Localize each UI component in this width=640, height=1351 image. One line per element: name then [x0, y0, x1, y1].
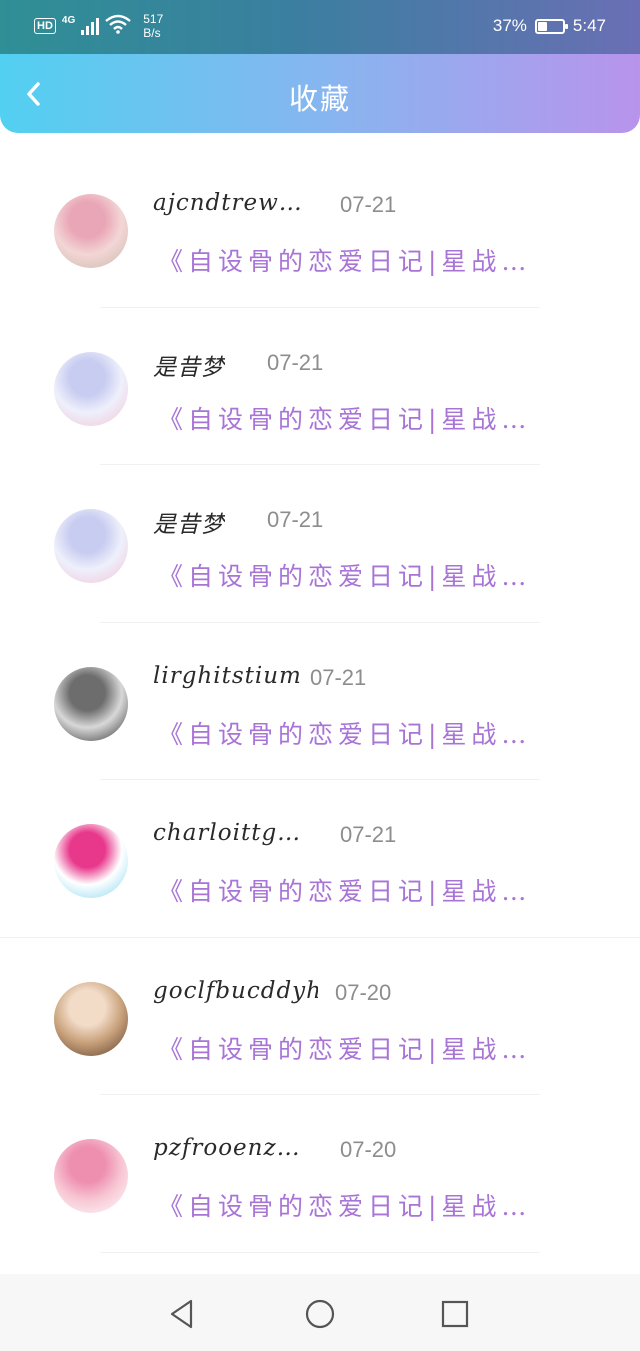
nav-recents-button[interactable] — [435, 1294, 475, 1334]
battery-icon — [534, 18, 568, 34]
avatar[interactable] — [54, 1139, 128, 1213]
page-title: 收藏 — [288, 82, 351, 116]
avatar[interactable] — [54, 509, 128, 583]
username[interactable]: 是昔梦 — [153, 505, 225, 539]
avatar[interactable] — [54, 981, 128, 1056]
status-right: 37% 5:47 — [493, 16, 606, 36]
favorite-item[interactable]: pzfrooenz… 07-20 《自设骨的恋爱日记|星战… — [0, 1095, 640, 1253]
status-left: HD 4G 517 B/s — [34, 12, 163, 40]
username[interactable]: ajcndtrew… — [153, 190, 303, 216]
favorite-item[interactable]: lirghitstium 07-21 《自设骨的恋爱日记|星战… — [0, 623, 640, 780]
story-title-link[interactable]: 《自设骨的恋爱日记|星战… — [158, 715, 531, 751]
system-nav-bar — [0, 1274, 640, 1351]
favorite-item[interactable]: charloittg… 07-21 《自设骨的恋爱日记|星战… — [0, 780, 640, 938]
avatar[interactable] — [54, 824, 128, 898]
item-date: 07-20 — [335, 979, 392, 1005]
avatar[interactable] — [54, 194, 128, 268]
username[interactable]: 是昔梦 — [153, 348, 225, 382]
item-date: 07-21 — [267, 349, 324, 375]
hd-badge: HD — [34, 18, 56, 34]
signal-icon — [81, 17, 100, 35]
nav-back-button[interactable] — [162, 1294, 202, 1334]
story-title-link[interactable]: 《自设骨的恋爱日记|星战… — [158, 242, 531, 278]
circle-home-icon — [305, 1299, 335, 1329]
avatar[interactable] — [54, 666, 128, 741]
username[interactable]: goclfbucddyh — [153, 978, 318, 1004]
username[interactable]: pzfrooenz… — [153, 1135, 301, 1161]
network-type: 4G — [61, 14, 76, 26]
divider — [100, 1251, 540, 1253]
story-title-link[interactable]: 《自设骨的恋爱日记|星战… — [158, 400, 531, 436]
square-recents-icon — [441, 1300, 469, 1328]
network-speed-unit: B/s — [143, 26, 161, 40]
clock: 5:47 — [572, 16, 606, 35]
battery-percent: 37% — [492, 16, 527, 35]
item-date: 07-21 — [340, 822, 397, 847]
triangle-back-icon — [170, 1299, 193, 1329]
status-bar: HD 4G 517 B/s 37% 5:47 — [0, 0, 640, 54]
favorite-item[interactable]: goclfbucddyh 07-20 《自设骨的恋爱日记|星战… — [0, 938, 640, 1095]
network-speed-value: 517 — [143, 12, 164, 26]
app-header: 收藏 — [0, 54, 640, 133]
avatar[interactable] — [54, 351, 128, 426]
username[interactable]: charloittg… — [153, 820, 301, 846]
username[interactable]: lirghitstium — [153, 663, 302, 689]
item-date: 07-21 — [310, 664, 367, 690]
network-speed: 517 B/s — [143, 12, 163, 40]
favorites-list: ajcndtrew… 07-21 《自设骨的恋爱日记|星战… 是昔梦 07-21 《自设骨… — [0, 150, 640, 1253]
favorite-item[interactable]: 是昔梦 07-21 《自设骨的恋爱日记|星战… — [0, 465, 640, 623]
item-date: 07-21 — [267, 507, 324, 532]
story-title-link[interactable]: 《自设骨的恋爱日记|星战… — [158, 557, 531, 593]
nav-home-button[interactable] — [300, 1294, 340, 1334]
wifi-icon — [105, 14, 132, 38]
story-title-link[interactable]: 《自设骨的恋爱日记|星战… — [158, 872, 531, 908]
favorite-item[interactable]: ajcndtrew… 07-21 《自设骨的恋爱日记|星战… — [0, 150, 640, 308]
story-title-link[interactable]: 《自设骨的恋爱日记|星战… — [158, 1030, 531, 1066]
item-date: 07-21 — [340, 192, 397, 217]
item-date: 07-20 — [340, 1137, 397, 1162]
favorite-item[interactable]: 是昔梦 07-21 《自设骨的恋爱日记|星战… — [0, 308, 640, 465]
story-title-link[interactable]: 《自设骨的恋爱日记|星战… — [158, 1187, 531, 1223]
